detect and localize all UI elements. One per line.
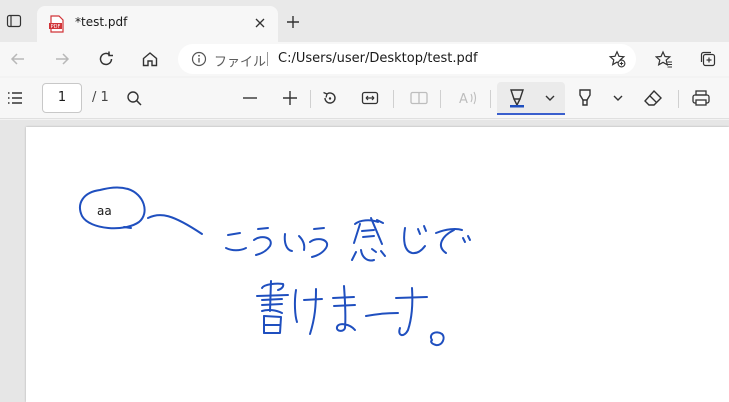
ink-circle [79,186,146,230]
ink-connector-line [147,214,203,235]
ink-handwriting [225,217,471,347]
ink-annotations [79,186,471,347]
